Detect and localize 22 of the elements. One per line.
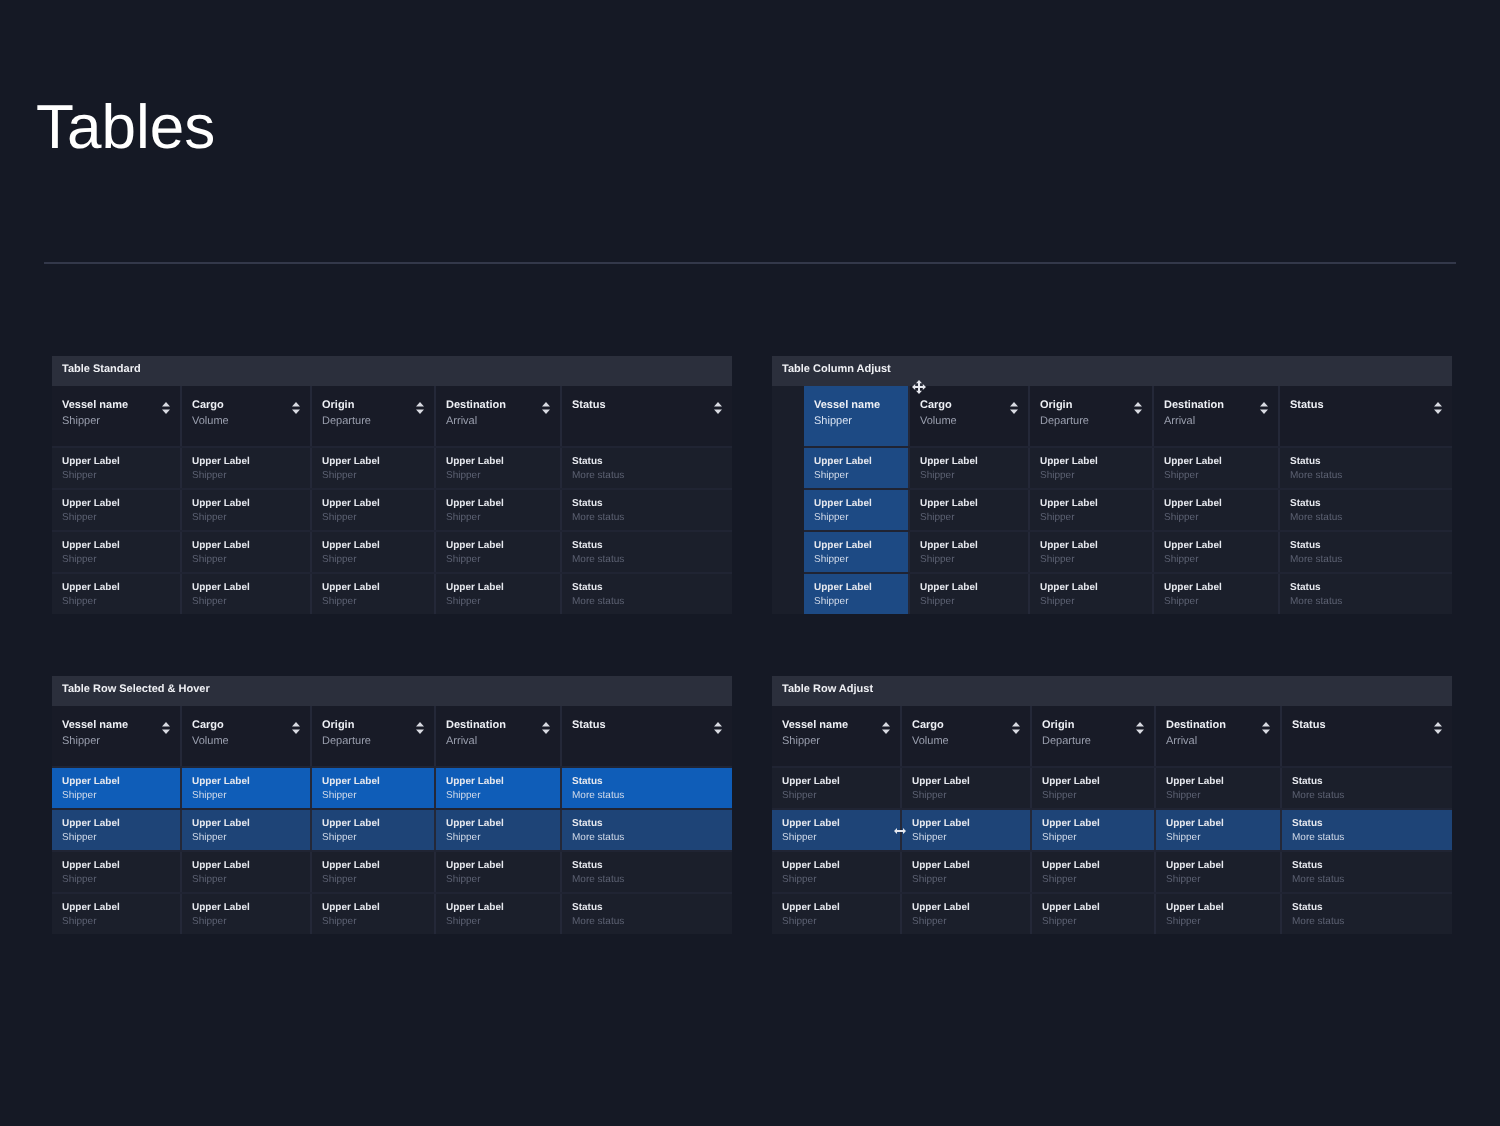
sort-icon[interactable] [1136,722,1144,734]
sort-icon[interactable] [1434,402,1442,414]
sort-icon[interactable] [416,722,424,734]
sort-icon[interactable] [542,722,550,734]
sort-icon[interactable] [714,402,722,414]
sort-icon[interactable] [162,722,170,734]
sort-icon[interactable] [1012,722,1020,734]
sort-icon[interactable] [162,402,170,414]
sort-icon[interactable] [1434,722,1442,734]
sort-icon[interactable] [1262,722,1270,734]
resize-icon[interactable] [894,828,906,834]
sort-icon[interactable] [292,402,300,414]
sort-icon[interactable] [292,722,300,734]
sort-icon[interactable] [542,402,550,414]
sort-icon[interactable] [714,722,722,734]
sort-icon[interactable] [1134,402,1142,414]
sort-icon[interactable] [882,722,890,734]
move-icon[interactable] [912,380,926,394]
sort-icon[interactable] [1010,402,1018,414]
page-title: Tables [36,90,216,166]
sort-icon[interactable] [1260,402,1268,414]
sort-icon[interactable] [416,402,424,414]
